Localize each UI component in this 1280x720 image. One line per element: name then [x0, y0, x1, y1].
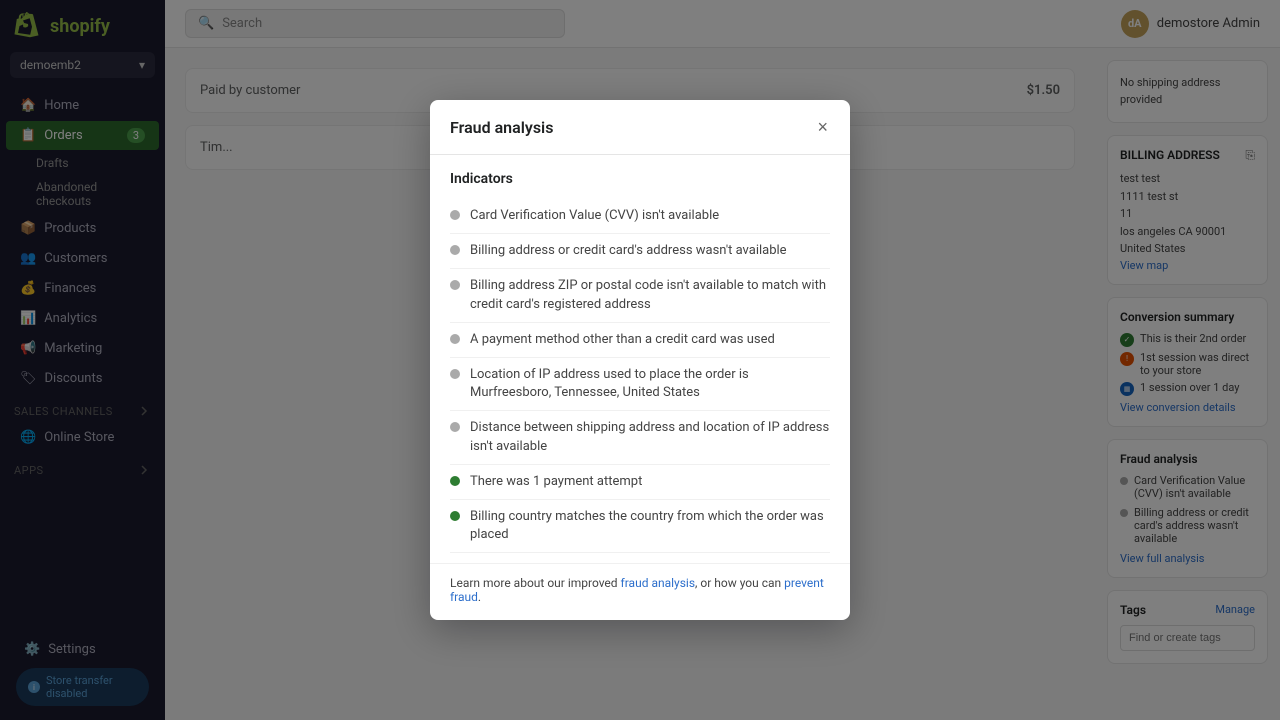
modal-footer: Learn more about our improved fraud anal…: [430, 563, 850, 620]
modal-overlay[interactable]: Fraud analysis × Indicators Card Verific…: [0, 0, 1280, 720]
footer-pre: Learn more about our improved: [450, 576, 621, 590]
modal-header: Fraud analysis ×: [430, 100, 850, 155]
indicator-dot-1: [450, 245, 460, 255]
fraud-analysis-modal: Fraud analysis × Indicators Card Verific…: [430, 100, 850, 620]
indicators-list: Card Verification Value (CVV) isn't avai…: [450, 199, 830, 563]
indicator-text-2: Billing address ZIP or postal code isn't…: [470, 277, 830, 313]
indicator-text-1: Billing address or credit card's address…: [470, 242, 787, 260]
indicator-item-1: Billing address or credit card's address…: [450, 234, 830, 269]
indicator-dot-3: [450, 334, 460, 344]
indicator-text-6: There was 1 payment attempt: [470, 473, 642, 491]
indicator-dot-7: [450, 511, 460, 521]
indicator-item-2: Billing address ZIP or postal code isn't…: [450, 269, 830, 322]
indicator-dot-0: [450, 210, 460, 220]
indicator-item-3: A payment method other than a credit car…: [450, 323, 830, 358]
footer-mid: , or how you can: [695, 576, 784, 590]
indicator-text-5: Distance between shipping address and lo…: [470, 419, 830, 455]
indicator-item-8: The IP address used to place the order i…: [450, 553, 830, 563]
indicator-item-7: Billing country matches the country from…: [450, 500, 830, 553]
indicator-text-3: A payment method other than a credit car…: [470, 331, 775, 349]
indicator-item-5: Distance between shipping address and lo…: [450, 411, 830, 464]
indicator-text-7: Billing country matches the country from…: [470, 508, 830, 544]
footer-post: .: [478, 590, 481, 604]
modal-close-button[interactable]: ×: [815, 116, 830, 138]
indicator-text-0: Card Verification Value (CVV) isn't avai…: [470, 207, 719, 225]
indicator-dot-5: [450, 422, 460, 432]
indicators-title: Indicators: [450, 171, 830, 187]
indicator-item-0: Card Verification Value (CVV) isn't avai…: [450, 199, 830, 234]
indicator-dot-2: [450, 280, 460, 290]
indicator-dot-6: [450, 476, 460, 486]
indicator-item-4: Location of IP address used to place the…: [450, 358, 830, 411]
indicator-text-4: Location of IP address used to place the…: [470, 366, 830, 402]
modal-title: Fraud analysis: [450, 118, 553, 137]
indicator-item-6: There was 1 payment attempt: [450, 465, 830, 500]
modal-body: Indicators Card Verification Value (CVV)…: [430, 155, 850, 563]
fraud-analysis-link[interactable]: fraud analysis: [621, 576, 695, 590]
indicator-dot-4: [450, 369, 460, 379]
